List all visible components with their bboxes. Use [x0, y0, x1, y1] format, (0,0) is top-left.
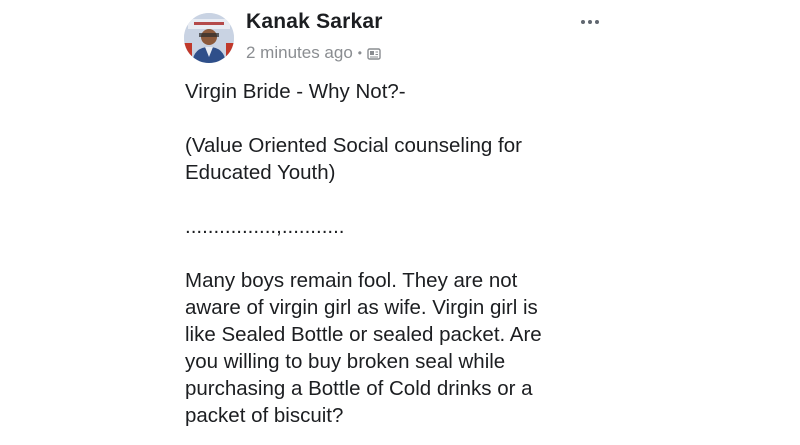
post-divider: ................,...........: [185, 215, 345, 238]
paragraph-line: aware of virgin girl as wife. Virgin gir…: [185, 296, 538, 319]
audience-icon[interactable]: [367, 46, 381, 60]
paragraph-line: Many boys remain fool. They are not: [185, 269, 518, 292]
post-card: Kanak Sarkar 2 minutes ago • Virgin Brid…: [0, 0, 800, 445]
paragraph-line: you willing to buy broken seal while: [185, 350, 506, 373]
post-subtitle-line: Educated Youth): [185, 161, 336, 184]
more-options-icon[interactable]: [579, 14, 601, 24]
paragraph-line: packet of biscuit?: [185, 404, 344, 427]
post-timestamp[interactable]: 2 minutes ago: [246, 43, 353, 63]
author-name[interactable]: Kanak Sarkar: [246, 10, 383, 34]
post-body: Virgin Bride - Why Not?- (Value Oriented…: [185, 78, 625, 429]
post-meta: 2 minutes ago •: [246, 43, 381, 63]
avatar-image: [184, 13, 234, 63]
post-title: Virgin Bride - Why Not?-: [185, 80, 406, 103]
paragraph-line: like Sealed Bottle or sealed packet. Are: [185, 323, 542, 346]
post-subtitle-line: (Value Oriented Social counseling for: [185, 134, 522, 157]
paragraph-line: purchasing a Bottle of Cold drinks or a: [185, 377, 533, 400]
author-avatar[interactable]: [184, 13, 234, 63]
meta-separator: •: [357, 46, 362, 60]
